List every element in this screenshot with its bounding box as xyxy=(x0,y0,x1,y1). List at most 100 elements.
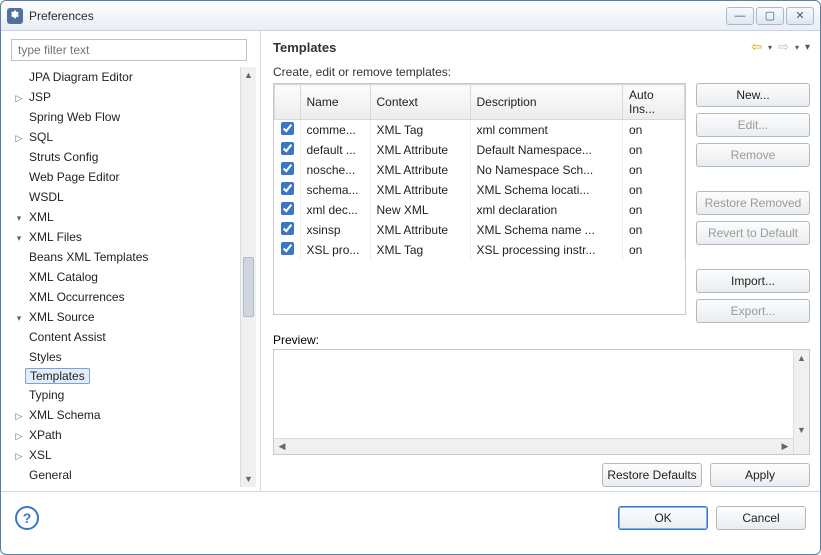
tree-item[interactable]: ▷XML Schema xyxy=(11,405,242,425)
tree-toggle-icon[interactable]: ▷ xyxy=(13,407,25,425)
tree-item[interactable]: Spring Web Flow xyxy=(11,107,242,127)
forward-menu-icon[interactable]: ▾ xyxy=(795,43,799,52)
tree-toggle-icon[interactable]: ▷ xyxy=(13,447,25,465)
preview-hscroll[interactable]: ◀ ▶ xyxy=(274,438,793,454)
remove-button[interactable]: Remove xyxy=(696,143,810,167)
back-menu-icon[interactable]: ▾ xyxy=(768,43,772,52)
import-button[interactable]: Import... xyxy=(696,269,810,293)
tree-toggle-icon[interactable]: ▷ xyxy=(13,129,25,147)
table-row[interactable]: xml dec...New XMLxml declarationon xyxy=(275,200,685,220)
preview-scroll-right-icon[interactable]: ▶ xyxy=(777,439,793,454)
tree-item-label: XML Files xyxy=(25,227,86,247)
cell-description: xml declaration xyxy=(470,200,623,220)
table-row[interactable]: xsinspXML AttributeXML Schema name ...on xyxy=(275,220,685,240)
tree-toggle-icon[interactable]: ▷ xyxy=(13,427,25,445)
scroll-thumb[interactable] xyxy=(243,257,254,317)
tree-item[interactable]: Content Assist xyxy=(11,327,242,347)
tree-toggle-icon[interactable]: ▾ xyxy=(13,229,25,247)
tree-item[interactable]: Templates xyxy=(11,367,242,385)
ok-button[interactable]: OK xyxy=(618,506,708,530)
export-button[interactable]: Export... xyxy=(696,299,810,323)
table-row[interactable]: default ...XML AttributeDefault Namespac… xyxy=(275,140,685,160)
preferences-tree[interactable]: JPA Diagram Editor▷JSPSpring Web Flow▷SQ… xyxy=(11,67,256,487)
preview-scroll-left-icon[interactable]: ◀ xyxy=(274,439,290,454)
row-checkbox[interactable] xyxy=(281,142,294,155)
tree-item[interactable]: ▾XML xyxy=(11,207,242,227)
tree-item-label: JSP xyxy=(25,87,55,107)
tree-toggle-icon[interactable]: ▷ xyxy=(13,89,25,107)
tree-item[interactable]: XML Catalog xyxy=(11,267,242,287)
preview-scroll-up-icon[interactable]: ▲ xyxy=(794,350,809,366)
preview-vscroll[interactable]: ▲ ▼ xyxy=(793,350,809,454)
tree-item-label: XSL xyxy=(25,445,56,465)
row-checkbox[interactable] xyxy=(281,162,294,175)
tree-item[interactable]: Beans XML Templates xyxy=(11,247,242,267)
row-checkbox[interactable] xyxy=(281,242,294,255)
tree-item-label: Templates xyxy=(25,368,90,384)
tree-item[interactable]: ▷XPath xyxy=(11,425,242,445)
tree-item[interactable]: ▾XML Files xyxy=(11,227,242,247)
tree-item[interactable]: Struts Config xyxy=(11,147,242,167)
minimize-button[interactable]: — xyxy=(726,7,754,25)
close-button[interactable]: ✕ xyxy=(786,7,814,25)
table-row[interactable]: nosche...XML AttributeNo Namespace Sch..… xyxy=(275,160,685,180)
preview-scroll-down-icon[interactable]: ▼ xyxy=(794,422,809,438)
tree-item[interactable]: Typing xyxy=(11,385,242,405)
maximize-button[interactable]: ▢ xyxy=(756,7,784,25)
edit-button[interactable]: Edit... xyxy=(696,113,810,137)
restore-defaults-button[interactable]: Restore Defaults xyxy=(602,463,702,487)
cell-description: Default Namespace... xyxy=(470,140,623,160)
tree-item[interactable]: Internet Tools xyxy=(11,485,242,487)
filter-input[interactable] xyxy=(11,39,247,61)
restore-removed-button[interactable]: Restore Removed xyxy=(696,191,810,215)
revert-button[interactable]: Revert to Default xyxy=(696,221,810,245)
tree-item[interactable]: JPA Diagram Editor xyxy=(11,67,242,87)
table-row[interactable]: schema...XML AttributeXML Schema locati.… xyxy=(275,180,685,200)
row-checkbox[interactable] xyxy=(281,122,294,135)
tree-item-label: Internet Tools xyxy=(25,485,105,487)
tree-scrollbar[interactable]: ▲ ▼ xyxy=(240,67,256,487)
back-arrow-icon[interactable]: ⇦ xyxy=(751,39,762,55)
col-check[interactable] xyxy=(275,85,301,120)
tree-item-label: Styles xyxy=(25,347,66,367)
col-name[interactable]: Name xyxy=(300,85,370,120)
templates-table[interactable]: Name Context Description Auto Ins... com… xyxy=(274,84,685,260)
scroll-up-icon[interactable]: ▲ xyxy=(241,67,256,83)
view-menu-icon[interactable]: ▾ xyxy=(805,42,810,53)
tree-item[interactable]: ▷SQL xyxy=(11,127,242,147)
dialog-footer: ? OK Cancel xyxy=(1,491,820,543)
help-icon[interactable]: ? xyxy=(15,506,39,530)
tree-item[interactable]: ▷JSP xyxy=(11,87,242,107)
cell-context: XML Tag xyxy=(370,120,470,141)
tree-item[interactable]: Styles xyxy=(11,347,242,367)
cell-description: No Namespace Sch... xyxy=(470,160,623,180)
tree-toggle-icon[interactable]: ▾ xyxy=(13,209,25,227)
row-checkbox[interactable] xyxy=(281,202,294,215)
instruction-text: Create, edit or remove templates: xyxy=(273,65,810,79)
tree-item[interactable]: WSDL xyxy=(11,187,242,207)
tree-item[interactable]: ▾XML Source xyxy=(11,307,242,327)
row-checkbox[interactable] xyxy=(281,182,294,195)
cell-auto: on xyxy=(623,140,685,160)
table-row[interactable]: XSL pro...XML TagXSL processing instr...… xyxy=(275,240,685,260)
tree-item[interactable]: ▷XSL xyxy=(11,445,242,465)
cell-description: XML Schema locati... xyxy=(470,180,623,200)
col-description[interactable]: Description xyxy=(470,85,623,120)
col-context[interactable]: Context xyxy=(370,85,470,120)
cancel-button[interactable]: Cancel xyxy=(716,506,806,530)
tree-toggle-icon[interactable]: ▾ xyxy=(13,309,25,327)
tree-item[interactable]: XML Occurrences xyxy=(11,287,242,307)
grid-area: Name Context Description Auto Ins... com… xyxy=(273,83,810,323)
scroll-down-icon[interactable]: ▼ xyxy=(241,471,256,487)
cell-name: XSL pro... xyxy=(300,240,370,260)
tree-item[interactable]: Web Page Editor xyxy=(11,167,242,187)
tree-item[interactable]: General xyxy=(11,465,242,485)
window-buttons: — ▢ ✕ xyxy=(726,7,814,25)
new-button[interactable]: New... xyxy=(696,83,810,107)
row-checkbox[interactable] xyxy=(281,222,294,235)
tree-item-label: Content Assist xyxy=(25,327,110,347)
cell-auto: on xyxy=(623,200,685,220)
table-row[interactable]: comme...XML Tagxml commenton xyxy=(275,120,685,141)
apply-button[interactable]: Apply xyxy=(710,463,810,487)
col-autoins[interactable]: Auto Ins... xyxy=(623,85,685,120)
